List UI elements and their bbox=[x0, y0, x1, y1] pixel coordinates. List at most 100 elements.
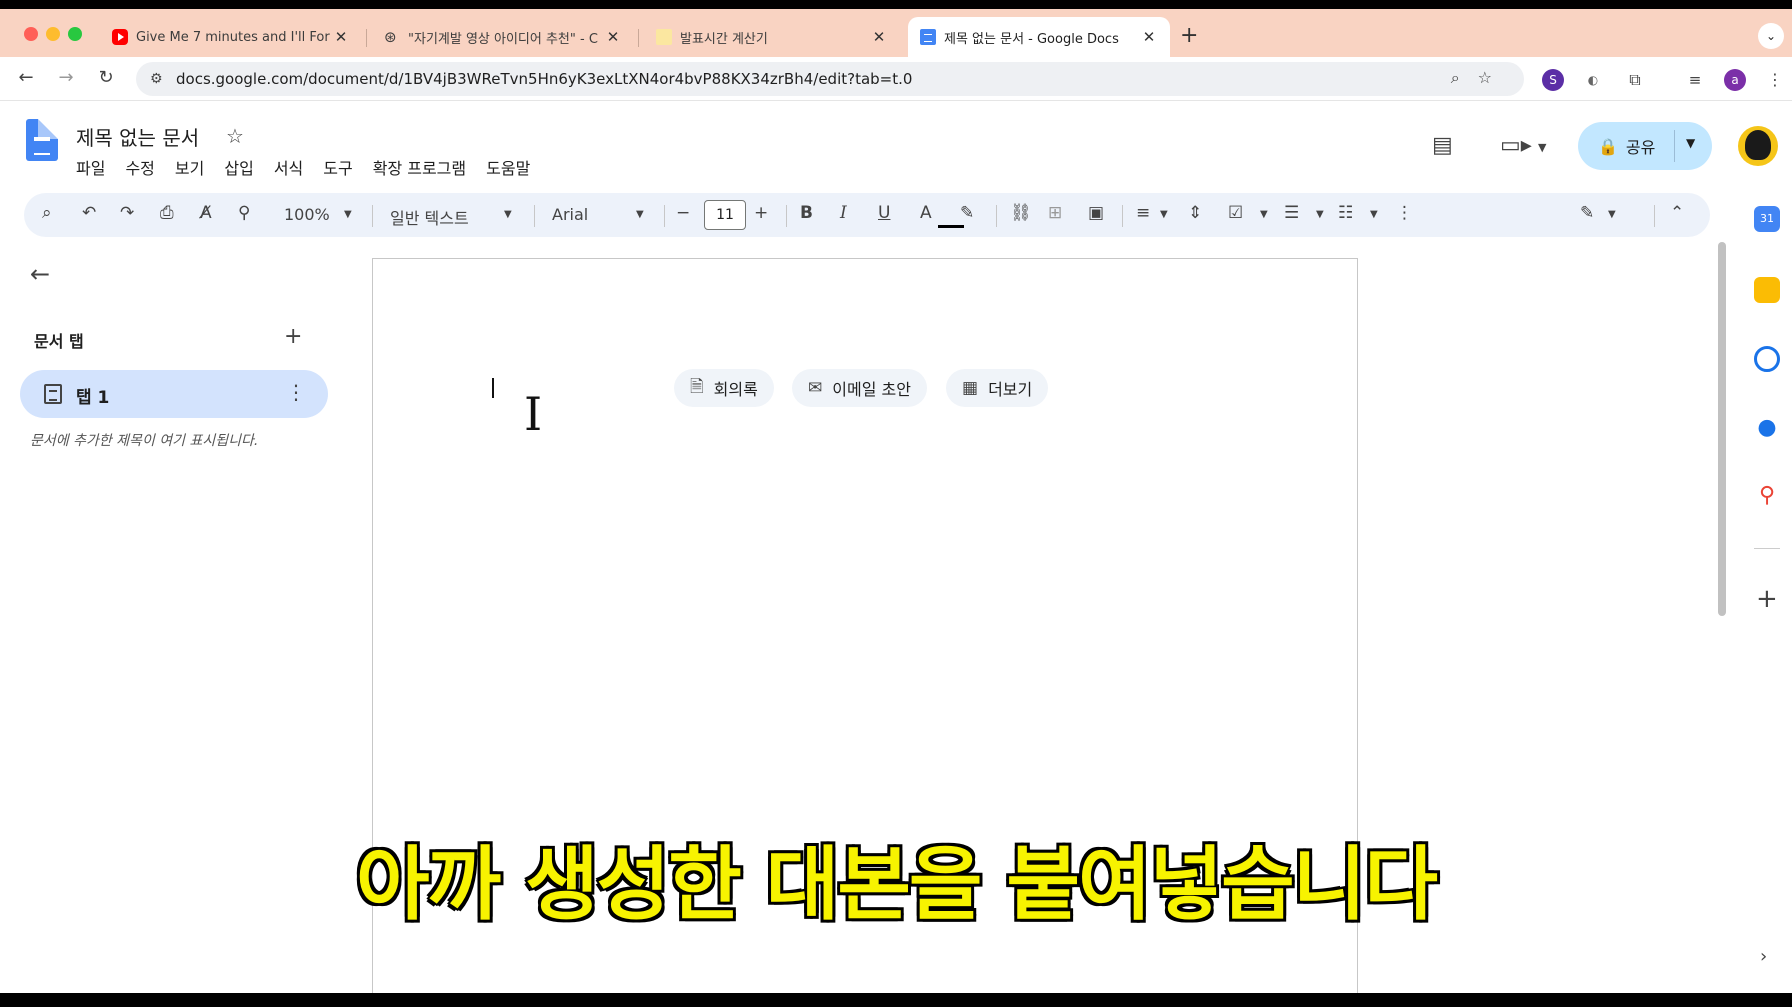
keep-icon[interactable] bbox=[1754, 277, 1780, 303]
forward-icon[interactable]: → bbox=[54, 67, 78, 88]
highlight-icon[interactable]: ✎ bbox=[960, 203, 974, 223]
tasks-icon[interactable] bbox=[1754, 346, 1780, 372]
email-draft-chip[interactable]: ✉ 이메일 초안 bbox=[792, 369, 927, 407]
chevron-down-icon[interactable]: ▼ bbox=[344, 209, 352, 220]
undo-icon[interactable]: ↶ bbox=[82, 203, 96, 223]
align-icon[interactable]: ≡ bbox=[1136, 203, 1150, 223]
decrease-font-size-icon[interactable]: − bbox=[676, 203, 690, 223]
document-title[interactable]: 제목 없는 문서 bbox=[76, 122, 199, 151]
close-icon[interactable]: ✕ bbox=[1140, 28, 1158, 46]
star-icon[interactable]: ☆ bbox=[226, 124, 244, 148]
chevron-down-icon[interactable]: ▼ bbox=[1370, 209, 1378, 220]
text-color-bar bbox=[938, 225, 964, 228]
menu-file[interactable]: 파일 bbox=[76, 155, 105, 179]
menu-insert[interactable]: 삽입 bbox=[224, 155, 253, 179]
meeting-notes-chip[interactable]: 🗎 회의록 bbox=[674, 369, 774, 407]
minimize-window-button[interactable] bbox=[46, 27, 60, 41]
comment-icon[interactable]: ▤ bbox=[1432, 133, 1453, 158]
chevron-down-icon[interactable]: ▼ bbox=[636, 209, 644, 220]
redo-icon[interactable]: ↷ bbox=[120, 203, 134, 223]
url-text: docs.google.com/document/d/1BV4jB3WReTvn… bbox=[176, 70, 913, 88]
maps-icon[interactable]: ⚲ bbox=[1754, 483, 1780, 509]
new-tab-icon[interactable]: + bbox=[1180, 23, 1198, 48]
collapse-menus-icon[interactable]: ⌃ bbox=[1670, 203, 1684, 223]
menu-extensions[interactable]: 확장 프로그램 bbox=[373, 155, 466, 179]
more-chip[interactable]: ▦ 더보기 bbox=[946, 369, 1049, 407]
close-icon[interactable]: ✕ bbox=[604, 28, 622, 46]
font-select[interactable]: Arial bbox=[552, 205, 588, 224]
bulleted-list-icon[interactable]: ☰ bbox=[1284, 203, 1299, 223]
menu-format[interactable]: 서식 bbox=[274, 155, 303, 179]
browser-menu-icon[interactable]: ⋮ bbox=[1764, 69, 1786, 91]
add-comment-icon[interactable]: ⊞ bbox=[1048, 203, 1062, 223]
menu-edit[interactable]: 수정 bbox=[125, 155, 154, 179]
numbered-list-icon[interactable]: ☷ bbox=[1338, 203, 1353, 223]
font-size-input[interactable]: 11 bbox=[704, 200, 746, 230]
url-bar[interactable]: ⚙ docs.google.com/document/d/1BV4jB3WReT… bbox=[136, 62, 1524, 96]
add-tab-icon[interactable]: + bbox=[284, 324, 302, 349]
contacts-icon[interactable]: ● bbox=[1754, 415, 1780, 441]
back-icon[interactable]: ← bbox=[14, 67, 38, 88]
browser-tab-youtube[interactable]: Give Me 7 minutes and I'll For ✕ bbox=[100, 17, 362, 57]
calendar-icon[interactable]: 31 bbox=[1754, 206, 1780, 232]
image-icon[interactable]: ▣ bbox=[1088, 203, 1104, 223]
menu-help[interactable]: 도움말 bbox=[486, 155, 530, 179]
line-spacing-icon[interactable]: ⇕ bbox=[1188, 203, 1202, 223]
chevron-down-icon[interactable]: ▼ bbox=[1686, 136, 1695, 150]
document-tab-item[interactable]: 탭 1 ⋮ bbox=[20, 370, 328, 418]
print-icon[interactable]: ⎙ bbox=[160, 203, 174, 223]
tab-search-icon[interactable]: ⌄ bbox=[1758, 23, 1784, 49]
extension-s-icon[interactable]: S bbox=[1542, 69, 1564, 91]
italic-icon[interactable]: I bbox=[840, 203, 847, 223]
paint-format-icon[interactable]: ⚲ bbox=[238, 203, 250, 223]
browser-tab-docs[interactable]: 제목 없는 문서 - Google Docs ✕ bbox=[908, 17, 1170, 57]
search-icon[interactable]: ⌕ bbox=[42, 203, 52, 223]
browser-tab-calculator[interactable]: 발표시간 계산기 ✕ bbox=[644, 17, 900, 57]
docs-logo-icon[interactable] bbox=[26, 119, 58, 161]
video-caption: 아까 생성한 대본을 붙여넣습니다 bbox=[354, 836, 1440, 933]
chevron-down-icon[interactable]: ▼ bbox=[1538, 141, 1546, 154]
meet-icon[interactable]: ▭▸ bbox=[1500, 133, 1532, 158]
site-info-icon[interactable]: ⚙ bbox=[150, 71, 163, 87]
document-icon bbox=[44, 384, 62, 404]
menu-view[interactable]: 보기 bbox=[175, 155, 204, 179]
scrollbar-thumb[interactable] bbox=[1718, 242, 1726, 616]
reload-icon[interactable]: ↻ bbox=[94, 67, 118, 88]
spellcheck-icon[interactable]: A̸ bbox=[200, 203, 212, 223]
chevron-down-icon[interactable]: ▼ bbox=[1160, 209, 1168, 220]
bold-icon[interactable]: B bbox=[800, 203, 813, 223]
checklist-icon[interactable]: ☑ bbox=[1228, 203, 1243, 223]
more-options-icon[interactable]: ⋮ bbox=[286, 380, 306, 404]
increase-font-size-icon[interactable]: + bbox=[754, 203, 768, 223]
get-addons-icon[interactable]: + bbox=[1756, 584, 1778, 614]
chevron-down-icon[interactable]: ▼ bbox=[504, 209, 512, 220]
zoom-bookmark-icons[interactable]: ⌕☆ bbox=[1451, 68, 1510, 88]
media-control-icon[interactable]: ≡ bbox=[1684, 69, 1706, 91]
maximize-window-button[interactable] bbox=[68, 27, 82, 41]
chevron-down-icon[interactable]: ▼ bbox=[1608, 209, 1616, 220]
menu-tools[interactable]: 도구 bbox=[323, 155, 352, 179]
extension-icon[interactable]: ◐ bbox=[1582, 69, 1604, 91]
chevron-down-icon[interactable]: ▼ bbox=[1260, 209, 1268, 220]
chip-label: 이메일 초안 bbox=[832, 380, 911, 399]
avatar[interactable] bbox=[1738, 126, 1778, 166]
text-color-icon[interactable]: A bbox=[920, 203, 932, 223]
close-window-button[interactable] bbox=[24, 27, 38, 41]
close-icon[interactable]: ✕ bbox=[332, 28, 350, 46]
chip-label: 회의록 bbox=[713, 380, 758, 399]
more-options-icon[interactable]: ⋮ bbox=[1396, 203, 1413, 223]
chevron-right-icon[interactable]: › bbox=[1760, 946, 1767, 967]
zoom-select[interactable]: 100% bbox=[284, 205, 330, 224]
back-arrow-icon[interactable]: ← bbox=[30, 260, 50, 288]
tab-title: 발표시간 계산기 bbox=[680, 31, 768, 47]
underline-icon[interactable]: U bbox=[878, 203, 890, 223]
close-icon[interactable]: ✕ bbox=[870, 28, 888, 46]
chevron-down-icon[interactable]: ▼ bbox=[1316, 209, 1324, 220]
share-button[interactable]: 🔒 공유 ▼ bbox=[1578, 122, 1712, 170]
link-icon[interactable]: ⛓ bbox=[1010, 203, 1032, 223]
style-select[interactable]: 일반 텍스트 bbox=[390, 205, 469, 229]
profile-icon[interactable]: a bbox=[1724, 69, 1746, 91]
browser-tab-chatgpt[interactable]: ⊛ "자기계발 영상 아이디어 추천" - C ✕ bbox=[372, 17, 634, 57]
editing-mode-icon[interactable]: ✎ bbox=[1580, 203, 1594, 223]
puzzle-icon[interactable]: ⧉ bbox=[1624, 69, 1646, 91]
